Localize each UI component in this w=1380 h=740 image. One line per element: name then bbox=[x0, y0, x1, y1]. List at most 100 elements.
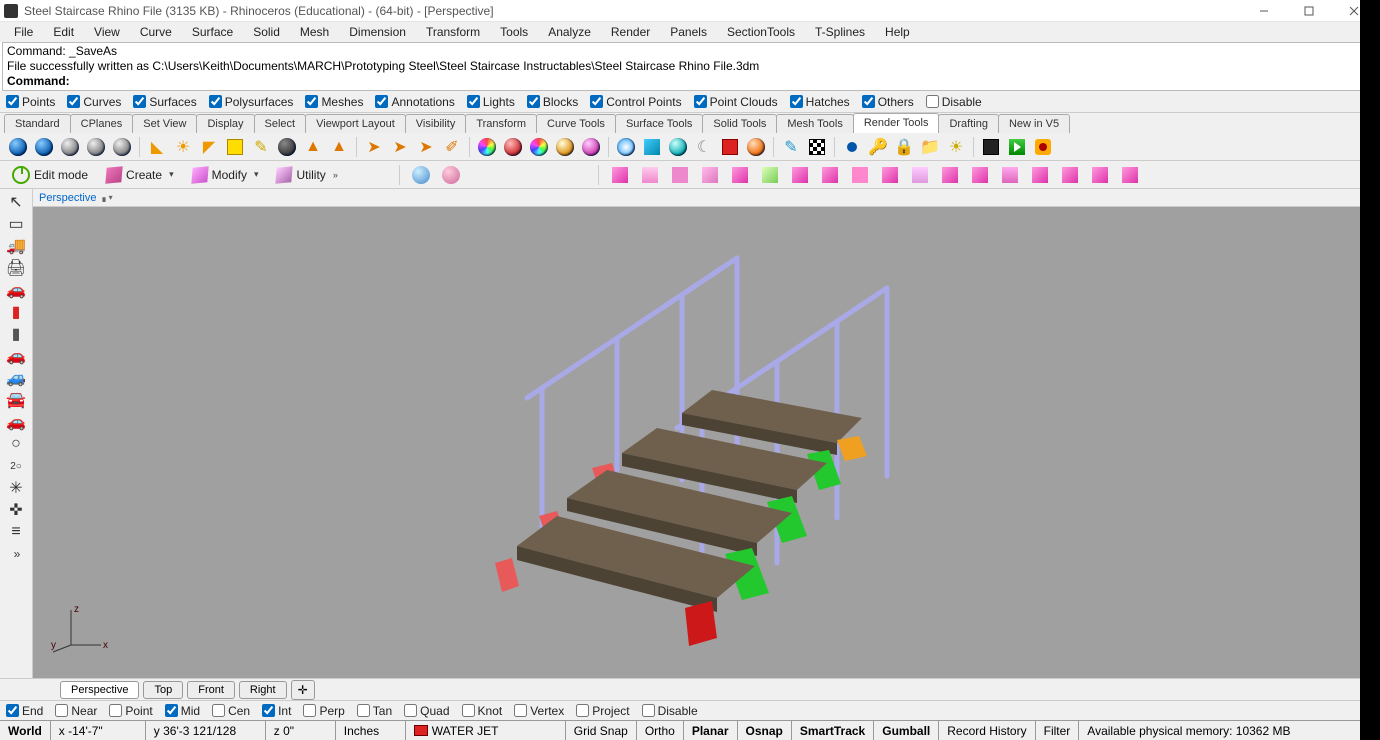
status-smarttrack[interactable]: SmartTrack bbox=[792, 721, 874, 740]
dropper-icon[interactable]: ✎ bbox=[779, 135, 803, 159]
menu-file[interactable]: File bbox=[4, 23, 43, 41]
filter-blocks[interactable]: Blocks bbox=[527, 95, 578, 109]
ts-icon-8[interactable] bbox=[818, 163, 842, 187]
status-ortho[interactable]: Ortho bbox=[637, 721, 684, 740]
view-tab-perspective[interactable]: Perspective bbox=[60, 681, 139, 699]
cursor-icon[interactable]: ↖ bbox=[5, 193, 27, 211]
menu-tools[interactable]: Tools bbox=[490, 23, 538, 41]
cone-icon[interactable]: ▲ bbox=[301, 135, 325, 159]
ts-icon-17[interactable] bbox=[1088, 163, 1112, 187]
filter-polysurfaces[interactable]: Polysurfaces bbox=[209, 95, 294, 109]
material-multi[interactable] bbox=[475, 135, 499, 159]
car-icon-2[interactable]: 🚗 bbox=[5, 347, 27, 365]
menu-view[interactable]: View bbox=[84, 23, 130, 41]
tab-render-tools[interactable]: Render Tools bbox=[853, 113, 940, 133]
phone-icon[interactable]: ▮ bbox=[5, 303, 27, 321]
ts-icon-15[interactable] bbox=[1028, 163, 1052, 187]
osnap-knot[interactable]: Knot bbox=[462, 704, 503, 718]
utility-button[interactable]: Utility» bbox=[270, 165, 343, 185]
ts-icon-1[interactable] bbox=[608, 163, 632, 187]
sun-small-icon[interactable]: ☀ bbox=[944, 135, 968, 159]
material-yellow[interactable] bbox=[223, 135, 247, 159]
count-icon[interactable]: 2○ bbox=[5, 457, 27, 475]
status-world[interactable]: World bbox=[0, 721, 51, 740]
dark-phone-icon[interactable]: ▮ bbox=[5, 325, 27, 343]
view-tab-right[interactable]: Right bbox=[239, 681, 287, 699]
menu-solid[interactable]: Solid bbox=[243, 23, 290, 41]
car-icon-1[interactable]: 🚗 bbox=[5, 281, 27, 299]
play-icon[interactable] bbox=[1005, 135, 1029, 159]
tab-visibility[interactable]: Visibility bbox=[405, 114, 467, 133]
menu-surface[interactable]: Surface bbox=[182, 23, 243, 41]
status-grid-snap[interactable]: Grid Snap bbox=[566, 721, 637, 740]
edit-mode-button[interactable]: Edit mode bbox=[6, 164, 94, 186]
viewport-title-bar[interactable]: Perspective ▖▾ bbox=[33, 189, 1380, 207]
arrow-icon-2[interactable]: ➤ bbox=[388, 135, 412, 159]
filter-curves[interactable]: Curves bbox=[67, 95, 121, 109]
command-area[interactable]: Command: _SaveAs File successfully writt… bbox=[2, 42, 1378, 91]
key-icon[interactable]: 🔑 bbox=[866, 135, 890, 159]
filter-lights[interactable]: Lights bbox=[467, 95, 515, 109]
view-tab-top[interactable]: Top bbox=[143, 681, 183, 699]
osnap-mid[interactable]: Mid bbox=[165, 704, 200, 718]
osnap-point[interactable]: Point bbox=[109, 704, 152, 718]
render-sphere-1[interactable] bbox=[6, 135, 30, 159]
filter-disable[interactable]: Disable bbox=[926, 95, 982, 109]
car-icon-5[interactable]: 🚗 bbox=[5, 413, 27, 431]
ts-icon-4[interactable] bbox=[698, 163, 722, 187]
lock-icon[interactable]: 🔒 bbox=[892, 135, 916, 159]
tab-surface-tools[interactable]: Surface Tools bbox=[615, 114, 703, 133]
arrow-icon-3[interactable]: ➤ bbox=[414, 135, 438, 159]
folder-icon[interactable]: 📁 bbox=[918, 135, 942, 159]
globe-icon[interactable] bbox=[409, 163, 433, 187]
osnap-end[interactable]: End bbox=[6, 704, 43, 718]
car-icon-4[interactable]: 🚘 bbox=[5, 391, 27, 409]
osnap-int[interactable]: Int bbox=[262, 704, 291, 718]
tab-viewport-layout[interactable]: Viewport Layout bbox=[305, 114, 406, 133]
ts-icon-9[interactable] bbox=[848, 163, 872, 187]
render-sphere-3[interactable] bbox=[58, 135, 82, 159]
menu-mesh[interactable]: Mesh bbox=[290, 23, 339, 41]
spotlight-icon[interactable]: ◤ bbox=[197, 135, 221, 159]
osnap-project[interactable]: Project bbox=[576, 704, 629, 718]
box-red[interactable] bbox=[718, 135, 742, 159]
texture-icon[interactable] bbox=[744, 135, 768, 159]
moon-icon[interactable]: ☾ bbox=[692, 135, 716, 159]
tab-set-view[interactable]: Set View bbox=[132, 114, 197, 133]
ts-icon-18[interactable] bbox=[1118, 163, 1142, 187]
filter-annotations[interactable]: Annotations bbox=[375, 95, 454, 109]
arrow-icon[interactable]: ➤ bbox=[362, 135, 386, 159]
filter-hatches[interactable]: Hatches bbox=[790, 95, 850, 109]
ts-icon-16[interactable] bbox=[1058, 163, 1082, 187]
modify-button[interactable]: Modify▾ bbox=[186, 165, 265, 185]
render-sphere-4[interactable] bbox=[84, 135, 108, 159]
osnap-disable[interactable]: Disable bbox=[642, 704, 698, 718]
osnap-quad[interactable]: Quad bbox=[404, 704, 449, 718]
status-record-history[interactable]: Record History bbox=[939, 721, 1035, 740]
tab-solid-tools[interactable]: Solid Tools bbox=[702, 114, 777, 133]
ts-icon-3[interactable] bbox=[668, 163, 692, 187]
tab-select[interactable]: Select bbox=[254, 114, 307, 133]
viewport-name[interactable]: Perspective bbox=[39, 192, 96, 204]
osnap-near[interactable]: Near bbox=[55, 704, 97, 718]
brush-icon[interactable]: ✐ bbox=[440, 135, 464, 159]
viewport-dropdown-icon[interactable]: ▖▾ bbox=[102, 193, 112, 202]
maximize-button[interactable] bbox=[1286, 0, 1331, 22]
status-layer[interactable]: WATER JET bbox=[406, 721, 566, 740]
status-planar[interactable]: Planar bbox=[684, 721, 738, 740]
box-icon[interactable]: ▭ bbox=[5, 215, 27, 233]
status-osnap[interactable]: Osnap bbox=[738, 721, 792, 740]
menu-render[interactable]: Render bbox=[601, 23, 660, 41]
material-rainbow[interactable] bbox=[527, 135, 551, 159]
menu-edit[interactable]: Edit bbox=[43, 23, 84, 41]
print-icon[interactable]: 🖨 bbox=[5, 259, 27, 277]
command-prompt[interactable]: Command: bbox=[7, 74, 1373, 89]
gear2-icon[interactable]: ✳ bbox=[5, 479, 27, 497]
minimize-button[interactable] bbox=[1241, 0, 1286, 22]
osnap-perp[interactable]: Perp bbox=[303, 704, 344, 718]
tab-mesh-tools[interactable]: Mesh Tools bbox=[776, 114, 853, 133]
menu-help[interactable]: Help bbox=[875, 23, 920, 41]
filter-point-clouds[interactable]: Point Clouds bbox=[694, 95, 778, 109]
film-icon[interactable] bbox=[979, 135, 1003, 159]
render-sphere-2[interactable] bbox=[32, 135, 56, 159]
